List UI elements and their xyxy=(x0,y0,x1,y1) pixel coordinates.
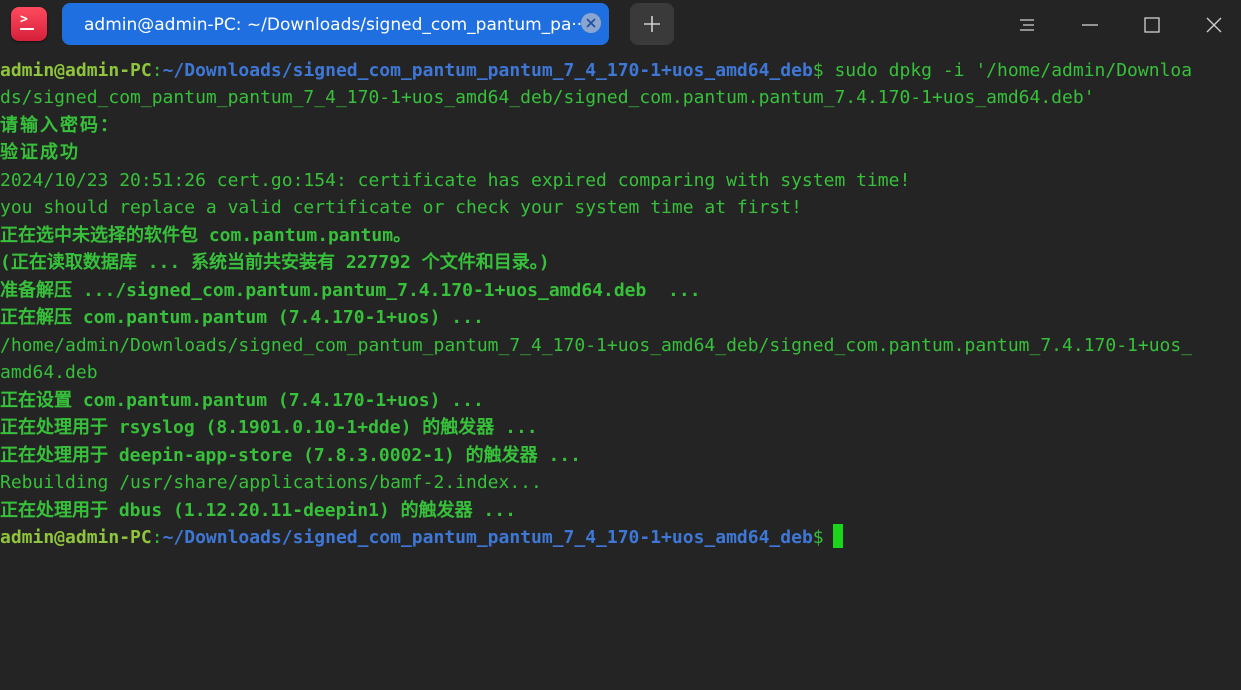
output-line: Rebuilding /usr/share/applications/bamf-… xyxy=(0,472,542,493)
output-line: amd64.deb xyxy=(0,362,98,383)
prompt-separator: : xyxy=(151,527,163,548)
plus-icon xyxy=(644,16,660,32)
new-tab-button[interactable] xyxy=(630,3,674,45)
close-icon xyxy=(586,18,596,28)
prompt-user: admin@admin-PC xyxy=(0,60,152,81)
output-line: 正在选中未选择的软件包 com.pantum.pantum。 xyxy=(0,225,412,246)
terminal-app-icon[interactable]: > xyxy=(11,7,47,41)
output-line: 正在处理用于 deepin-app-store (7.8.3.0002-1) 的… xyxy=(0,445,581,466)
output-line: 2024/10/23 20:51:26 cert.go:154: certifi… xyxy=(0,170,911,191)
tab-close-button[interactable] xyxy=(581,13,601,33)
menu-button[interactable] xyxy=(1012,10,1042,40)
text-cursor xyxy=(832,524,843,548)
close-icon xyxy=(1206,17,1222,33)
output-line: 正在处理用于 dbus (1.12.20.11-deepin1) 的触发器 ..… xyxy=(0,500,516,521)
prompt-separator: : xyxy=(151,60,163,81)
prompt-line: admin@admin-PC:~/Downloads/signed_com_pa… xyxy=(0,57,1192,84)
output-line: 准备解压 .../signed_com.pantum.pantum_7.4.17… xyxy=(0,280,701,301)
title-bar: > admin@admin-PC: ~/Downloads/signed_com… xyxy=(0,0,1241,50)
output-line: 请输入密码： xyxy=(0,115,120,136)
prompt-path: ~/Downloads/signed_com_pantum_pantum_7_4… xyxy=(162,60,813,81)
output-line: (正在读取数据库 ... 系统当前共安装有 227792 个文件和目录。) xyxy=(0,252,550,273)
prompt-path: ~/Downloads/signed_com_pantum_pantum_7_4… xyxy=(162,527,813,548)
terminal-tab[interactable]: admin@admin-PC: ~/Downloads/signed_com_p… xyxy=(62,3,609,45)
prompt-line: admin@admin-PC:~/Downloads/signed_com_pa… xyxy=(0,524,843,551)
command-text: sudo dpkg -i '/home/admin/Downloa xyxy=(823,60,1193,81)
output-line: you should replace a valid certificate o… xyxy=(0,197,802,218)
output-line: 正在处理用于 rsyslog (8.1901.0.10-1+dde) 的触发器 … xyxy=(0,417,538,438)
tab-title: admin@admin-PC: ~/Downloads/signed_com_p… xyxy=(84,15,582,35)
output-line: /home/admin/Downloads/signed_com_pantum_… xyxy=(0,335,1193,356)
output-line: 验证成功 xyxy=(0,142,80,163)
terminal-output[interactable]: admin@admin-PC:~/Downloads/signed_com_pa… xyxy=(0,57,1241,690)
output-line: 正在设置 com.pantum.pantum (7.4.170-1+uos) .… xyxy=(0,390,484,411)
prompt-user: admin@admin-PC xyxy=(0,527,152,548)
maximize-icon xyxy=(1144,17,1160,33)
prompt-dollar: $ xyxy=(812,60,824,81)
close-window-button[interactable] xyxy=(1199,10,1229,40)
minimize-button[interactable] xyxy=(1075,10,1105,40)
output-line: 正在解压 com.pantum.pantum (7.4.170-1+uos) .… xyxy=(0,307,484,328)
prompt-bar-icon xyxy=(20,28,34,30)
hamburger-menu-icon xyxy=(1020,19,1034,31)
minimize-icon xyxy=(1082,24,1098,26)
prompt-glyph-icon: > xyxy=(20,12,28,27)
maximize-button[interactable] xyxy=(1137,10,1167,40)
output-line: ds/signed_com_pantum_pantum_7_4_170-1+uo… xyxy=(0,87,1095,108)
prompt-dollar: $ xyxy=(812,527,824,548)
